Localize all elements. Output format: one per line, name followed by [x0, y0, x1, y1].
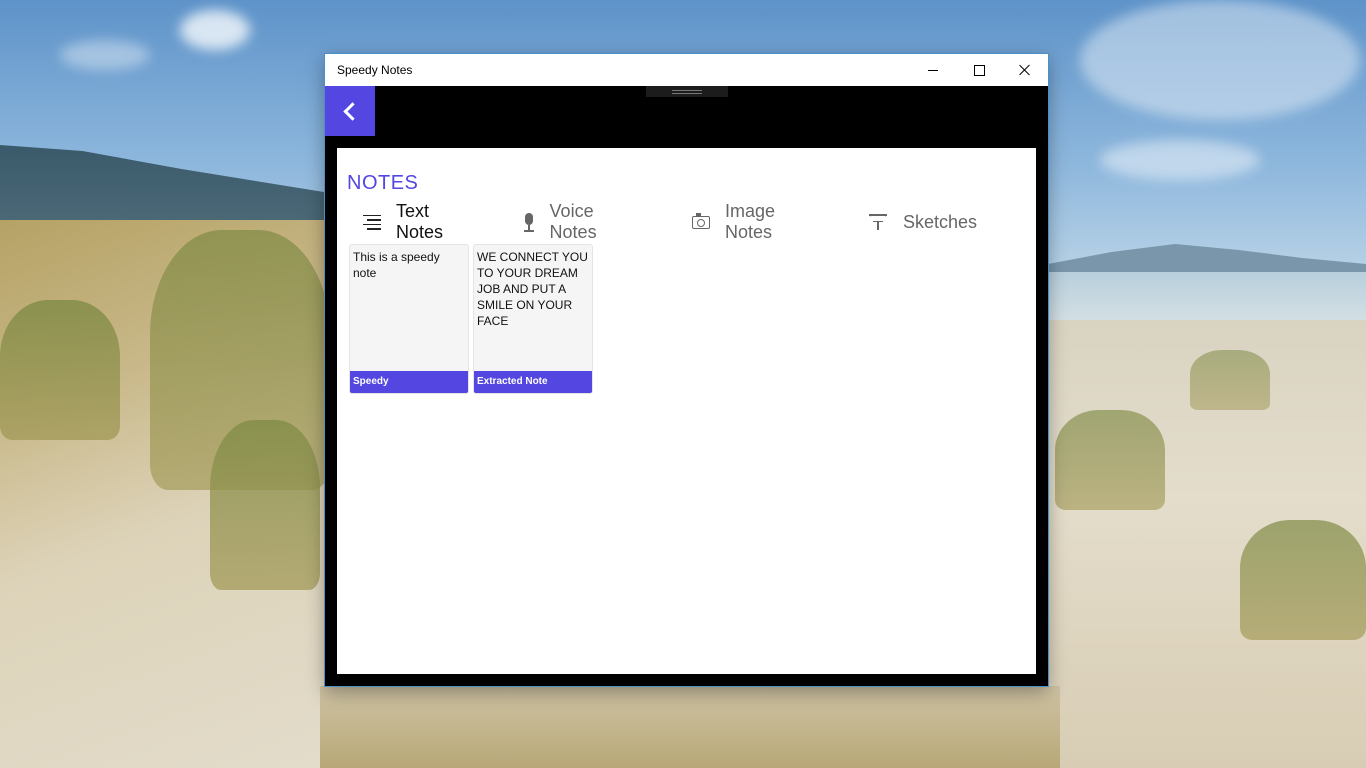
title-bar[interactable]: Speedy Notes [325, 54, 1048, 86]
note-title: Speedy [350, 371, 468, 393]
lines-icon [363, 212, 381, 232]
minimize-icon [928, 69, 938, 71]
camera-icon [692, 212, 710, 232]
note-title: Extracted Note [474, 371, 592, 393]
page-title: NOTES [347, 172, 419, 194]
app-window: Speedy Notes NOTES Text Notes Voice Note… [325, 54, 1048, 686]
close-icon [1019, 64, 1031, 76]
minimize-button[interactable] [910, 54, 956, 86]
note-card[interactable]: This is a speedy note Speedy [349, 244, 469, 394]
close-button[interactable] [1002, 54, 1048, 86]
tab-label: Text Notes [396, 201, 444, 242]
tab-text-notes[interactable]: Text Notes [363, 201, 445, 242]
tab-sketches[interactable]: Sketches [868, 206, 977, 238]
chevron-left-icon [343, 101, 362, 121]
maximize-icon [973, 64, 985, 76]
window-title: Speedy Notes [337, 63, 413, 77]
drag-handle[interactable] [646, 86, 728, 97]
note-body: WE CONNECT YOU TO YOUR DREAM JOB AND PUT… [477, 250, 588, 328]
maximize-button[interactable] [956, 54, 1002, 86]
microphone-icon [523, 212, 535, 232]
content-panel: NOTES Text Notes Voice Notes Image Notes… [337, 148, 1036, 674]
brush-icon [868, 212, 888, 232]
tab-image-notes[interactable]: Image Notes [692, 201, 777, 242]
back-button[interactable] [325, 86, 375, 136]
app-body: NOTES Text Notes Voice Notes Image Notes… [325, 86, 1048, 686]
tab-label: Sketches [903, 211, 978, 232]
tab-label: Image Notes [725, 201, 776, 242]
note-body: This is a speedy note [353, 250, 440, 280]
tab-label: Voice Notes [549, 201, 597, 242]
note-card[interactable]: WE CONNECT YOU TO YOUR DREAM JOB AND PUT… [473, 244, 593, 394]
tab-voice-notes[interactable]: Voice Notes [523, 201, 605, 242]
